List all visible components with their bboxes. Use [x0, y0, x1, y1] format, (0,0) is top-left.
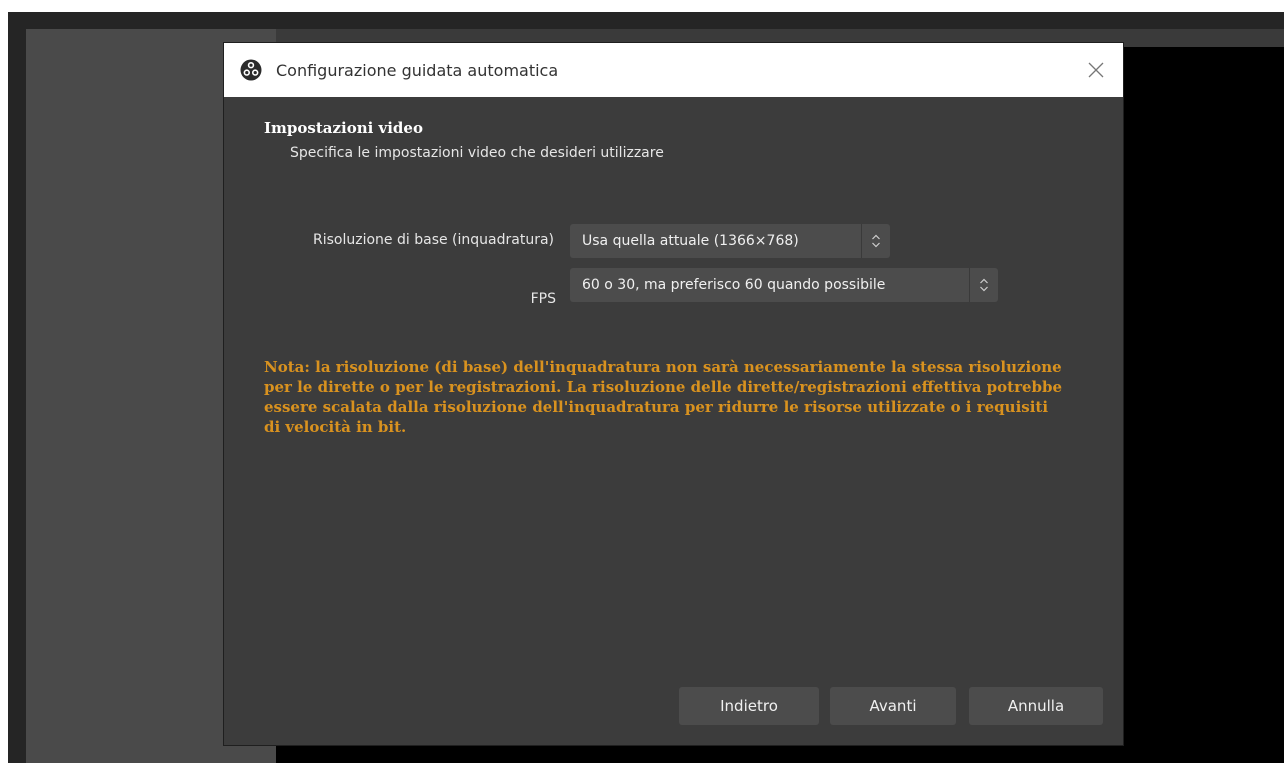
close-button[interactable] [1083, 57, 1109, 83]
next-button[interactable]: Avanti [830, 687, 956, 725]
resolution-select-value: Usa quella attuale (1366×768) [582, 233, 799, 249]
auto-config-wizard-dialog: Configurazione guidata automatica Impost… [224, 43, 1123, 745]
updown-chevron-icon [969, 268, 998, 302]
section-heading: Impostazioni video [264, 119, 423, 137]
obs-logo-icon [240, 59, 262, 81]
fps-label: FPS [530, 291, 556, 307]
resolution-note: Nota: la risoluzione (di base) dell'inqu… [264, 358, 1063, 436]
fps-select-value: 60 o 30, ma preferisco 60 quando possibi… [582, 277, 886, 293]
dialog-titlebar[interactable]: Configurazione guidata automatica [224, 43, 1123, 97]
section-subheading: Specifica le impostazioni video che desi… [290, 145, 664, 161]
resolution-select[interactable]: Usa quella attuale (1366×768) [570, 224, 890, 258]
cancel-button[interactable]: Annulla [969, 687, 1103, 725]
resolution-label: Risoluzione di base (inquadratura) [313, 232, 554, 248]
fps-select[interactable]: 60 o 30, ma preferisco 60 quando possibi… [570, 268, 998, 302]
close-icon [1088, 62, 1104, 78]
updown-chevron-icon [861, 224, 890, 258]
dialog-title: Configurazione guidata automatica [276, 60, 559, 80]
back-button[interactable]: Indietro [679, 687, 819, 725]
